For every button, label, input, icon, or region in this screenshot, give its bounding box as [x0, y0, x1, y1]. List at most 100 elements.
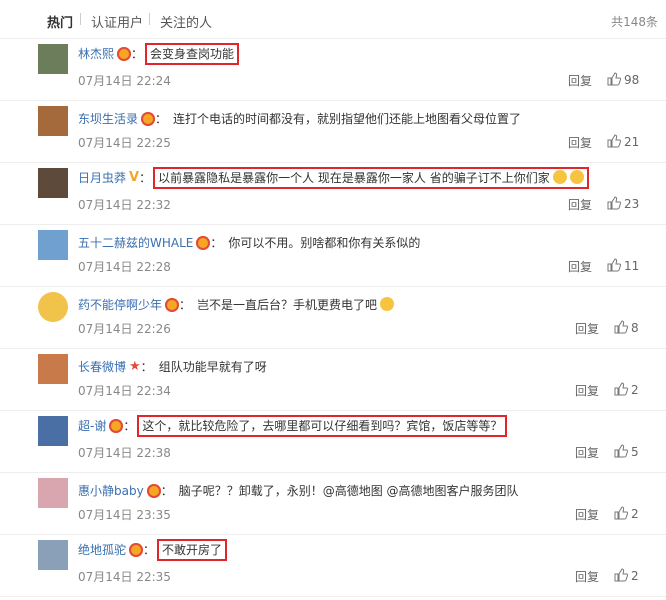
comment-time: 07月14日 22:25 [78, 136, 171, 150]
star-icon: ★ [129, 359, 141, 374]
comment-text: 这个，就比较危险了，去哪里都可以仔细看到吗？宾馆，饭店等等？ [137, 415, 508, 437]
tab-divider [149, 13, 150, 25]
thumbs-up-icon [607, 134, 622, 148]
comment-text: 不敢开房了 [157, 539, 228, 561]
like-count: 2 [631, 507, 639, 521]
comment-text: 组队功能早就有了呀 [158, 360, 267, 374]
avatar[interactable] [38, 230, 68, 260]
avatar[interactable] [38, 478, 68, 508]
thumbs-up-icon [614, 568, 629, 582]
colon: ： [139, 171, 152, 185]
comment-time: 07月14日 22:32 [78, 198, 171, 212]
crown-icon [129, 542, 144, 557]
like-count: 11 [624, 259, 640, 273]
comment-count: 共148条 [611, 15, 658, 29]
reply-button[interactable]: 回复 [575, 382, 599, 399]
comment-time: 07月14日 22:24 [78, 74, 171, 88]
thumbs-up-icon [607, 258, 622, 272]
like-count: 5 [631, 445, 639, 459]
avatar[interactable] [38, 540, 68, 570]
comment-time: 07月14日 22:28 [78, 260, 171, 274]
comment-line: 药不能停啊少年 ： 岂不是一直后台？手机更费电了吧 [78, 296, 395, 313]
reply-button[interactable]: 回复 [568, 258, 592, 275]
comment-item: 东坝生活录 ： 连打个电话的时间都没有，就别指望他们还能上地图看父母位置了 07月14… [0, 100, 666, 163]
like-button[interactable]: 21 [607, 134, 639, 149]
like-button[interactable]: 23 [607, 196, 639, 211]
comment-item: 超-谢 ：这个，就比较危险了，去哪里都可以仔细看到吗？宾馆，饭店等等？ 07月14日… [0, 410, 666, 473]
avatar[interactable] [38, 416, 68, 446]
comment-text: 连打个电话的时间都没有，就别指望他们还能上地图看父母位置了 [173, 112, 522, 126]
username-link[interactable]: 日月虫莽 [78, 171, 126, 185]
comment-text: 你可以不用。别啥都和你有关系似的 [228, 236, 421, 250]
comment-time: 07月14日 23:35 [78, 508, 171, 522]
like-button[interactable]: 11 [607, 258, 639, 273]
comment-line: 五十二赫兹的WHALE ： 你可以不用。别啥都和你有关系似的 [78, 234, 420, 251]
reply-button[interactable]: 回复 [575, 568, 599, 585]
comment-text: 岂不是一直后台？手机更费电了吧 [197, 297, 395, 312]
tab-following[interactable]: 关注的人 [160, 12, 212, 31]
comment-time: 07月14日 22:26 [78, 322, 171, 336]
avatar[interactable] [38, 106, 68, 136]
comment-line: 日月虫莽 V： 以前暴露隐私是暴露你一个人 现在是暴露你一家人 省的骗子订不上你们家 [78, 167, 589, 189]
emoji-icon [569, 170, 584, 184]
colon: ： [143, 543, 156, 557]
comment-text: 脑子呢？？卸载了，永别！@高德地图 @高德地图客户服务团队 [178, 484, 519, 498]
colon: ： [155, 112, 168, 126]
username-link[interactable]: 超-谢 [78, 419, 106, 433]
comment-line: 惠小静baby ： 脑子呢？？卸载了，永别！@高德地图 @高德地图客户服务团队 [78, 482, 519, 499]
username-link[interactable]: 五十二赫兹的WHALE [78, 236, 193, 250]
comment-item: 林杰熙 ：会变身查岗功能 07月14日 22:24 回复 98 [0, 38, 666, 101]
username-link[interactable]: 林杰熙 [78, 47, 114, 61]
reply-button[interactable]: 回复 [575, 506, 599, 523]
crown-icon [109, 418, 124, 433]
reply-button[interactable]: 回复 [568, 196, 592, 213]
avatar[interactable] [38, 292, 68, 322]
comment-line: 绝地孤驼 ：不敢开房了 [78, 539, 228, 561]
like-button[interactable]: 2 [614, 568, 639, 583]
colon: ： [210, 236, 223, 250]
username-link[interactable]: 药不能停啊少年 [78, 298, 162, 312]
colon: ： [179, 298, 192, 312]
username-link[interactable]: 惠小静baby [78, 484, 144, 498]
crown-icon [165, 297, 180, 312]
crown-icon [196, 235, 211, 250]
thumbs-up-icon [614, 382, 629, 396]
like-button[interactable]: 5 [614, 444, 639, 459]
thumbs-up-icon [607, 72, 622, 86]
comment-item: 药不能停啊少年 ： 岂不是一直后台？手机更费电了吧 07月14日 22:26 回复 8 [0, 286, 666, 349]
comment-time: 07月14日 22:34 [78, 384, 171, 398]
thumbs-up-icon [607, 196, 622, 210]
avatar[interactable] [38, 168, 68, 198]
colon: ： [140, 360, 153, 374]
like-button[interactable]: 2 [614, 506, 639, 521]
crown-icon [146, 483, 161, 498]
verified-v-icon: V [129, 170, 140, 185]
avatar[interactable] [38, 354, 68, 384]
like-button[interactable]: 98 [607, 72, 639, 87]
username-link[interactable]: 长春微博 [78, 360, 126, 374]
username-link[interactable]: 绝地孤驼 [78, 543, 126, 557]
like-button[interactable]: 8 [614, 320, 639, 335]
like-count: 2 [631, 569, 639, 583]
comment-item: 日月虫莽 V： 以前暴露隐私是暴露你一个人 现在是暴露你一家人 省的骗子订不上你们家… [0, 162, 666, 225]
avatar[interactable] [38, 44, 68, 74]
thumbs-up-icon [614, 320, 629, 334]
tab-verified-users[interactable]: 认证用户 [91, 12, 143, 31]
comment-item: 五十二赫兹的WHALE ： 你可以不用。别啥都和你有关系似的 07月14日 22:28… [0, 224, 666, 287]
emoji-icon [552, 170, 567, 184]
like-count: 21 [624, 135, 640, 149]
comment-item: 惠小静baby ： 脑子呢？？卸载了，永别！@高德地图 @高德地图客户服务团队 07月… [0, 472, 666, 535]
reply-button[interactable]: 回复 [568, 72, 592, 89]
reply-button[interactable]: 回复 [575, 320, 599, 337]
thumbs-up-icon [614, 506, 629, 520]
comment-line: 超-谢 ：这个，就比较危险了，去哪里都可以仔细看到吗？宾馆，饭店等等？ [78, 415, 508, 437]
reply-button[interactable]: 回复 [568, 134, 592, 151]
like-count: 2 [631, 383, 639, 397]
tab-hot[interactable]: 热门 [47, 12, 73, 31]
comment-text: 会变身查岗功能 [145, 43, 240, 65]
comment-line: 长春微博 ★： 组队功能早就有了呀 [78, 358, 267, 375]
reply-button[interactable]: 回复 [575, 444, 599, 461]
like-button[interactable]: 2 [614, 382, 639, 397]
username-link[interactable]: 东坝生活录 [78, 112, 138, 126]
like-count: 8 [631, 321, 639, 335]
